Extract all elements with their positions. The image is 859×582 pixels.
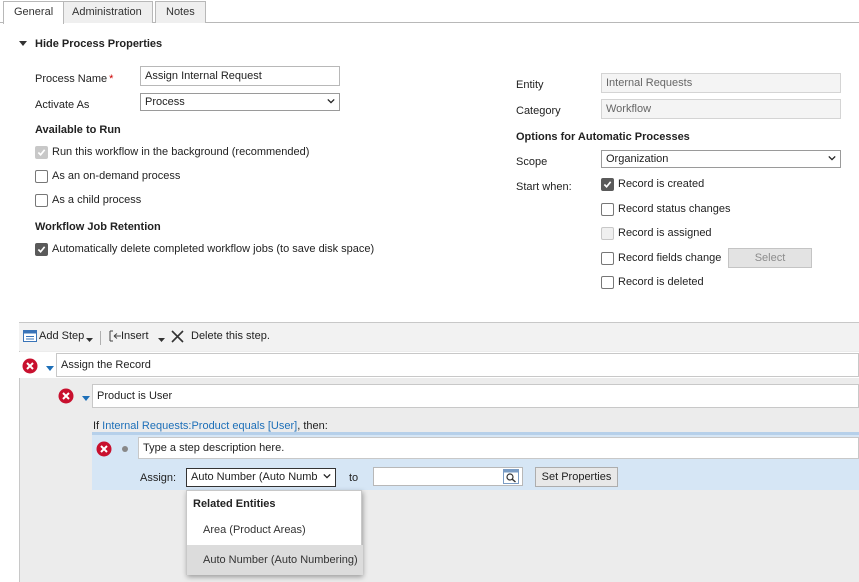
assign-record-step[interactable]: Assign the Record <box>56 353 859 377</box>
process-name-input[interactable]: Assign Internal Request <box>140 66 340 86</box>
expand-triangle-icon[interactable] <box>82 393 90 401</box>
condition-prefix: If <box>93 420 103 432</box>
add-step-button[interactable]: Add Step <box>39 330 84 342</box>
dropdown-item-area[interactable]: Area (Product Areas) <box>187 515 363 545</box>
insert-button[interactable]: Insert <box>121 330 149 342</box>
assign-select[interactable]: Auto Number (Auto Numb <box>186 468 336 487</box>
condition-text: If Internal Requests:Product equals [Use… <box>93 420 328 432</box>
toolbar-divider <box>100 331 101 345</box>
condition-link[interactable]: Internal Requests:Product equals [User] <box>102 420 297 432</box>
category-label: Category <box>516 105 561 117</box>
child-process-label: As a child process <box>52 194 142 206</box>
record-status-label: Record status changes <box>618 203 731 215</box>
on-demand-label: As an on-demand process <box>52 170 181 182</box>
checkmark-icon <box>37 246 46 253</box>
start-when-label: Start when: <box>516 181 572 193</box>
condition-step[interactable]: Product is User <box>92 384 859 408</box>
run-background-checkbox[interactable] <box>35 146 48 159</box>
bullet-dot-icon <box>122 446 128 452</box>
chevron-down-icon <box>327 98 335 104</box>
activate-as-value: Process <box>145 96 185 108</box>
auto-delete-checkbox[interactable] <box>35 243 48 256</box>
record-assigned-label: Record is assigned <box>618 227 712 239</box>
error-icon <box>58 388 74 404</box>
lookup-search-icon[interactable] <box>503 469 519 484</box>
caret-down-icon[interactable] <box>158 334 165 342</box>
dropdown-header: Related Entities <box>193 498 276 510</box>
retention-title: Workflow Job Retention <box>35 221 161 233</box>
process-name-label-text: Process Name <box>35 73 108 85</box>
auto-delete-label: Automatically delete completed workflow … <box>52 243 375 255</box>
tab-notes[interactable]: Notes <box>155 1 206 23</box>
tab-administration[interactable]: Administration <box>61 1 153 23</box>
dropdown-item-auto-number[interactable]: Auto Number (Auto Numbering) <box>187 545 363 575</box>
chevron-down-icon <box>323 473 331 479</box>
collapse-triangle-icon[interactable] <box>18 38 28 48</box>
record-created-checkbox[interactable] <box>601 178 614 191</box>
category-field: Workflow <box>601 99 841 119</box>
record-created-label: Record is created <box>618 178 705 190</box>
scope-label: Scope <box>516 156 548 168</box>
record-status-checkbox[interactable] <box>601 203 614 216</box>
record-deleted-checkbox[interactable] <box>601 276 614 289</box>
scope-value: Organization <box>606 153 669 165</box>
chevron-down-icon <box>828 155 836 161</box>
insert-icon[interactable] <box>108 329 122 343</box>
condition-suffix: , then: <box>297 420 328 432</box>
section-title[interactable]: Hide Process Properties <box>35 38 162 50</box>
delete-x-icon[interactable] <box>171 330 184 343</box>
assign-label: Assign: <box>140 472 177 484</box>
checkmark-icon <box>37 149 46 156</box>
delete-step-button[interactable]: Delete this step. <box>191 330 270 342</box>
record-fields-label: Record fields change <box>618 252 722 264</box>
error-icon <box>96 441 112 457</box>
record-assigned-checkbox[interactable] <box>601 227 614 240</box>
checkmark-icon <box>603 181 612 188</box>
step-description-input[interactable]: Type a step description here. <box>138 437 859 459</box>
set-properties-button[interactable]: Set Properties <box>535 467 618 487</box>
record-deleted-label: Record is deleted <box>618 276 704 288</box>
scope-select[interactable]: Organization <box>601 150 841 168</box>
options-title: Options for Automatic Processes <box>516 131 690 143</box>
error-icon <box>22 358 38 374</box>
required-asterisk: * <box>109 73 114 85</box>
assign-value: Auto Number (Auto Numb <box>191 471 318 483</box>
activate-as-select[interactable]: Process <box>140 93 340 111</box>
activate-as-label: Activate As <box>35 99 90 111</box>
select-button[interactable]: Select <box>728 248 812 268</box>
expand-triangle-icon[interactable] <box>46 363 54 371</box>
entity-label: Entity <box>516 79 544 91</box>
to-label: to <box>349 472 359 484</box>
child-process-checkbox[interactable] <box>35 194 48 207</box>
available-to-run-title: Available to Run <box>35 124 121 136</box>
process-name-label: Process Name * <box>35 73 113 85</box>
run-background-label: Run this workflow in the background (rec… <box>52 146 310 158</box>
related-entities-dropdown: Related Entities Area (Product Areas) Au… <box>186 490 363 575</box>
tab-bar: General Administration Notes <box>0 0 859 24</box>
add-step-icon[interactable] <box>23 329 37 343</box>
entity-field: Internal Requests <box>601 73 841 93</box>
tab-general[interactable]: General <box>3 1 65 24</box>
on-demand-checkbox[interactable] <box>35 170 48 183</box>
caret-down-icon[interactable] <box>86 334 93 342</box>
to-lookup-input[interactable] <box>373 467 523 486</box>
record-fields-checkbox[interactable] <box>601 252 614 265</box>
